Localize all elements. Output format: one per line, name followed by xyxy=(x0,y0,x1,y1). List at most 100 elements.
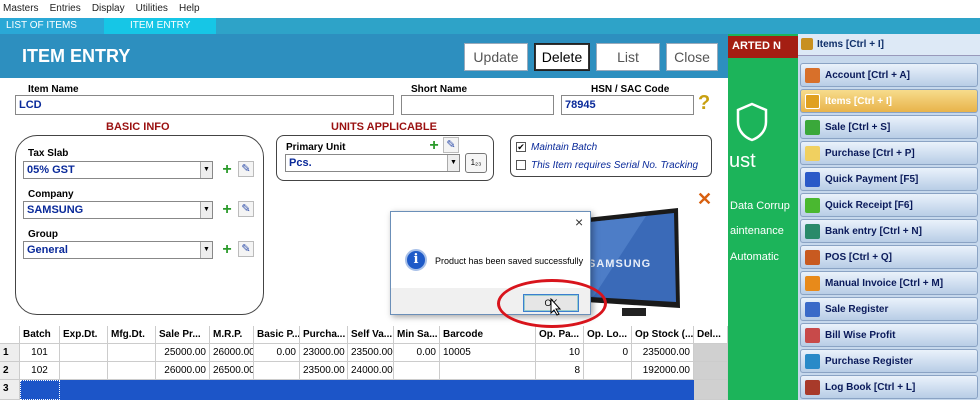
sidebar-item-label: POS [Ctrl + Q] xyxy=(825,252,892,263)
cell[interactable] xyxy=(694,380,728,400)
sidebar-item-purchase-register[interactable]: Purchase Register xyxy=(800,349,978,373)
add-company-icon[interactable]: + xyxy=(220,202,234,218)
sidebar-item-log-book[interactable]: Log Book [Ctrl + L] xyxy=(800,375,978,399)
cell[interactable] xyxy=(394,362,440,380)
col-purchase-price[interactable]: Purcha... xyxy=(300,326,348,344)
item-name-input[interactable]: LCD xyxy=(15,95,394,115)
cell[interactable]: 23500.00 xyxy=(348,344,394,362)
list-button[interactable]: List xyxy=(596,43,660,71)
help-icon[interactable]: ? xyxy=(698,92,710,115)
edit-unit-icon[interactable]: ✎ xyxy=(443,137,459,153)
group-select[interactable]: General ▼ xyxy=(23,241,213,259)
short-name-input[interactable] xyxy=(401,95,554,115)
cell[interactable]: 10005 xyxy=(440,344,536,362)
menu-entries[interactable]: Entries xyxy=(47,0,81,14)
cell[interactable]: 26500.00 xyxy=(210,362,254,380)
sidebar-item-purchase[interactable]: Purchase [Ctrl + P] xyxy=(800,141,978,165)
add-tax-slab-icon[interactable]: + xyxy=(220,162,234,178)
dropdown-arrow-icon[interactable]: ▼ xyxy=(447,155,459,171)
col-mrp[interactable]: M.R.P. xyxy=(210,326,254,344)
cell[interactable] xyxy=(60,362,108,380)
cell[interactable]: 192000.00 xyxy=(632,362,694,380)
cell[interactable] xyxy=(584,362,632,380)
unit-conversion-icon[interactable]: 1₂₃ xyxy=(465,153,487,173)
cell[interactable]: 24000.00 xyxy=(348,362,394,380)
col-basic-price[interactable]: Basic P... xyxy=(254,326,300,344)
edit-tax-slab-icon[interactable]: ✎ xyxy=(238,161,254,177)
cell[interactable]: 26000.00 xyxy=(210,344,254,362)
sidebar-item-sale-register[interactable]: Sale Register xyxy=(800,297,978,321)
tab-list-of-items[interactable]: LIST OF ITEMS xyxy=(0,18,104,34)
cell[interactable] xyxy=(254,362,300,380)
cell[interactable] xyxy=(440,362,536,380)
cell[interactable] xyxy=(60,344,108,362)
primary-unit-select[interactable]: Pcs. ▼ xyxy=(285,154,460,172)
sidebar-item-bill-wise-profit[interactable]: Bill Wise Profit xyxy=(800,323,978,347)
add-unit-icon[interactable]: + xyxy=(427,138,441,154)
cell[interactable] xyxy=(108,362,156,380)
dialog-close-icon[interactable]: × xyxy=(575,214,583,230)
sidebar-item-manual-invoice[interactable]: Manual Invoice [Ctrl + M] xyxy=(800,271,978,295)
delete-button[interactable]: Delete xyxy=(534,43,590,71)
cell[interactable]: 8 xyxy=(536,362,584,380)
col-sale-price[interactable]: Sale Pr... xyxy=(156,326,210,344)
col-batch[interactable]: Batch xyxy=(20,326,60,344)
menu-utilities[interactable]: Utilities xyxy=(133,0,168,14)
cell[interactable] xyxy=(694,362,728,380)
sidebar-item-quick-payment[interactable]: Quick Payment [F5] xyxy=(800,167,978,191)
sidebar-item-account[interactable]: Account [Ctrl + A] xyxy=(800,63,978,87)
cell[interactable]: 0 xyxy=(584,344,632,362)
cell[interactable]: 102 xyxy=(20,362,60,380)
tax-slab-select[interactable]: 05% GST ▼ xyxy=(23,161,213,179)
dropdown-arrow-icon[interactable]: ▼ xyxy=(200,242,212,258)
col-self-value[interactable]: Self Va... xyxy=(348,326,394,344)
sidebar-item-sale[interactable]: Sale [Ctrl + S] xyxy=(800,115,978,139)
items-icon xyxy=(801,38,813,50)
sidebar-item-quick-receipt[interactable]: Quick Receipt [F6] xyxy=(800,193,978,217)
col-min-sale[interactable]: Min Sa... xyxy=(394,326,440,344)
cell[interactable]: 10 xyxy=(536,344,584,362)
col-barcode[interactable]: Barcode xyxy=(440,326,536,344)
add-group-icon[interactable]: + xyxy=(220,242,234,258)
table-row[interactable]: 2 102 26000.00 26500.00 23500.00 24000.0… xyxy=(0,362,728,380)
cell[interactable]: 26000.00 xyxy=(156,362,210,380)
col-exp-date[interactable]: Exp.Dt. xyxy=(60,326,108,344)
cell[interactable]: 23000.00 xyxy=(300,344,348,362)
menu-help[interactable]: Help xyxy=(176,0,200,14)
menu-display[interactable]: Display xyxy=(89,0,125,14)
tab-item-entry[interactable]: ITEM ENTRY xyxy=(104,18,216,34)
menu-bar: Masters Entries Display Utilities Help xyxy=(0,0,980,18)
hsn-input[interactable]: 78945 xyxy=(561,95,694,115)
cell[interactable]: 235000.00 xyxy=(632,344,694,362)
serial-tracking-checkbox[interactable] xyxy=(516,160,526,170)
close-button[interactable]: Close xyxy=(666,43,718,71)
cell[interactable]: 101 xyxy=(20,344,60,362)
cell[interactable]: 23500.00 xyxy=(300,362,348,380)
col-op-loose[interactable]: Op. Lo... xyxy=(584,326,632,344)
col-op-stock[interactable]: Op Stock (... xyxy=(632,326,694,344)
maintain-batch-checkbox[interactable]: ✔ xyxy=(516,142,526,152)
edit-company-icon[interactable]: ✎ xyxy=(238,201,254,217)
menu-masters[interactable]: Masters xyxy=(0,0,39,14)
col-delete[interactable]: Del... xyxy=(694,326,728,344)
table-row[interactable]: 1 101 25000.00 26000.00 0.00 23000.00 23… xyxy=(0,344,728,362)
cell[interactable]: 25000.00 xyxy=(156,344,210,362)
sidebar-item-items[interactable]: Items [Ctrl + I] xyxy=(800,89,978,113)
cell[interactable] xyxy=(694,344,728,362)
table-row-selected[interactable]: 3 xyxy=(0,380,728,400)
sidebar-item-bank-entry[interactable]: Bank entry [Ctrl + N] xyxy=(800,219,978,243)
col-op-pack[interactable]: Op. Pa... xyxy=(536,326,584,344)
sidebar-header-label: Items [Ctrl + I] xyxy=(817,39,884,50)
company-select[interactable]: SAMSUNG ▼ xyxy=(23,201,213,219)
edit-group-icon[interactable]: ✎ xyxy=(238,241,254,257)
sidebar-item-pos[interactable]: POS [Ctrl + Q] xyxy=(800,245,978,269)
dropdown-arrow-icon[interactable]: ▼ xyxy=(200,162,212,178)
cell[interactable]: 0.00 xyxy=(254,344,300,362)
cell[interactable] xyxy=(20,380,60,400)
dropdown-arrow-icon[interactable]: ▼ xyxy=(200,202,212,218)
cell[interactable] xyxy=(108,344,156,362)
col-mfg-date[interactable]: Mfg.Dt. xyxy=(108,326,156,344)
update-button[interactable]: Update xyxy=(464,43,528,71)
cell[interactable]: 0.00 xyxy=(394,344,440,362)
remove-image-icon[interactable]: ✕ xyxy=(697,189,712,210)
